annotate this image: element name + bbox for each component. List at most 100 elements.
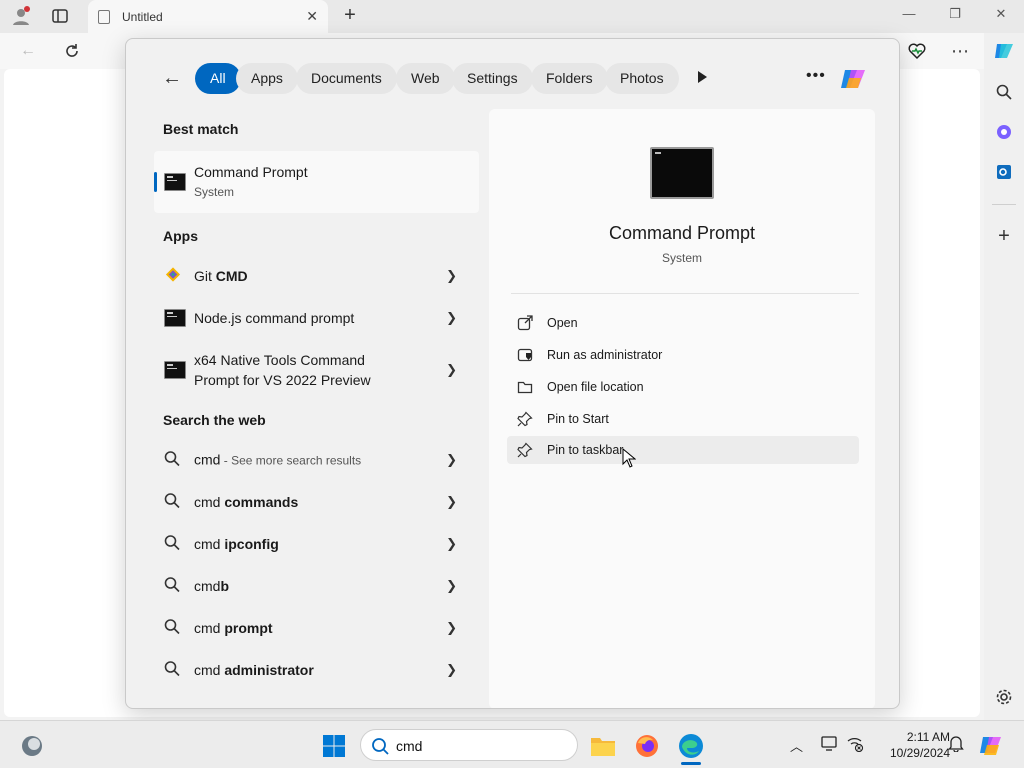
back-arrow-icon[interactable]: ← (162, 67, 182, 90)
detail-divider (511, 293, 859, 294)
action-pin-to-start[interactable]: Pin to Start (507, 405, 859, 433)
app-item-git-cmd[interactable]: Git CMD ❯ (154, 256, 479, 296)
filter-photos[interactable]: Photos (605, 63, 679, 94)
app-item-nodejs-prompt[interactable]: Node.js command prompt ❯ (154, 298, 479, 338)
filter-documents[interactable]: Documents (296, 63, 397, 94)
taskbar-search-input[interactable] (396, 735, 566, 757)
web-result-item[interactable]: cmdb ❯ (154, 566, 479, 606)
chevron-right-icon[interactable]: ❯ (446, 362, 457, 378)
tab-close-icon[interactable]: ✕ (306, 8, 318, 25)
filter-all[interactable]: All (195, 63, 241, 94)
chevron-right-icon[interactable]: ❯ (446, 268, 457, 284)
browser-essentials-icon[interactable] (905, 39, 929, 63)
command-prompt-icon (164, 361, 186, 379)
folder-icon (517, 381, 533, 394)
weather-widget-icon[interactable] (19, 733, 45, 759)
app-item-x64-native-tools[interactable]: x64 Native Tools Command Prompt for VS 20… (154, 344, 479, 396)
copilot-icon[interactable] (992, 39, 1016, 63)
add-sidebar-app-icon[interactable]: + (992, 224, 1016, 248)
windows-start-icon[interactable] (321, 733, 347, 759)
result-detail-pane: Command Prompt System Open Run as admini… (489, 109, 875, 708)
action-run-as-admin[interactable]: Run as administrator (507, 341, 859, 369)
web-result-item[interactable]: cmd - See more search results ❯ (154, 440, 479, 480)
action-label: Open file location (547, 380, 644, 394)
browser-titlebar: Untitled ✕ + — ❐ ✕ (0, 0, 1024, 33)
minimize-button[interactable]: — (894, 6, 924, 21)
copilot-taskbar-icon[interactable] (979, 733, 1005, 759)
apps-heading: Apps (163, 228, 198, 244)
close-window-button[interactable]: ✕ (986, 6, 1016, 22)
browser-tab[interactable]: Untitled ✕ (88, 0, 328, 33)
refresh-icon[interactable] (60, 39, 84, 63)
firefox-icon[interactable] (634, 733, 660, 759)
chevron-right-icon[interactable]: ❯ (446, 662, 457, 678)
open-external-icon (517, 315, 533, 331)
best-match-title: Command Prompt (194, 164, 308, 180)
chevron-right-icon[interactable]: ❯ (446, 452, 457, 468)
outlook-icon[interactable] (992, 160, 1016, 184)
best-match-item[interactable]: Command Prompt System (154, 151, 479, 213)
new-tab-button[interactable]: + (338, 4, 362, 28)
filter-web[interactable]: Web (396, 63, 455, 94)
more-filters-play-icon[interactable] (698, 71, 707, 83)
chevron-right-icon[interactable]: ❯ (446, 536, 457, 552)
taskbar-search-box[interactable] (360, 729, 578, 761)
active-app-indicator (681, 762, 701, 765)
network-disconnected-icon[interactable] (846, 736, 864, 755)
best-match-heading: Best match (163, 121, 239, 137)
filter-apps[interactable]: Apps (236, 63, 298, 94)
show-hidden-icons-chevron-icon[interactable]: ︿ (790, 736, 803, 755)
detail-subtitle: System (661, 251, 702, 265)
action-open-file-location[interactable]: Open file location (507, 373, 859, 401)
clock[interactable]: 2:11 AM 10/29/2024 (868, 729, 950, 761)
search-web-heading: Search the web (163, 412, 266, 428)
chevron-right-icon[interactable]: ❯ (446, 578, 457, 594)
office-icon[interactable] (992, 120, 1016, 144)
command-prompt-icon (164, 309, 186, 327)
copilot-icon[interactable] (839, 64, 869, 94)
sidebar-divider (992, 204, 1016, 205)
tab-actions-icon[interactable] (47, 4, 73, 28)
notification-bell-icon[interactable] (948, 734, 964, 755)
display-icon[interactable] (821, 736, 839, 755)
action-label: Pin to Start (547, 412, 609, 426)
action-label: Run as administrator (547, 348, 663, 362)
more-options-icon[interactable]: ⋯ (948, 39, 972, 63)
command-prompt-large-icon (650, 147, 714, 199)
selection-accent (154, 172, 157, 192)
search-icon (372, 738, 389, 755)
shield-icon (517, 348, 533, 362)
web-result-item[interactable]: cmd commands ❯ (154, 482, 479, 522)
command-prompt-icon (164, 173, 186, 191)
web-result-item[interactable]: cmd administrator ❯ (154, 650, 479, 690)
web-result-label: cmdb (194, 578, 230, 594)
app-label: Git CMD (194, 268, 248, 284)
web-result-label: cmd administrator (194, 662, 314, 678)
action-pin-to-taskbar[interactable]: Pin to taskbar (507, 436, 859, 464)
search-icon[interactable] (992, 80, 1016, 104)
edge-icon[interactable] (678, 733, 704, 765)
sidebar-settings-icon[interactable] (992, 685, 1016, 709)
more-options-icon[interactable]: ••• (806, 67, 826, 85)
filter-folders[interactable]: Folders (531, 63, 608, 94)
profile-icon[interactable] (8, 4, 34, 28)
back-icon[interactable]: ← (16, 39, 40, 63)
chevron-right-icon[interactable]: ❯ (446, 620, 457, 636)
web-result-item[interactable]: cmd prompt ❯ (154, 608, 479, 648)
mouse-cursor-icon (622, 448, 636, 468)
chevron-right-icon[interactable]: ❯ (446, 494, 457, 510)
chevron-right-icon[interactable]: ❯ (446, 310, 457, 326)
web-result-label: cmd ipconfig (194, 536, 279, 552)
git-icon (164, 266, 182, 287)
action-open[interactable]: Open (507, 309, 859, 337)
restore-button[interactable]: ❐ (940, 6, 970, 22)
web-result-label: cmd commands (194, 494, 299, 510)
app-label: x64 Native Tools Command Prompt for VS 20… (194, 352, 371, 388)
filter-settings[interactable]: Settings (452, 63, 533, 94)
web-result-item[interactable]: cmd ipconfig ❯ (154, 524, 479, 564)
file-explorer-icon[interactable] (590, 733, 616, 759)
taskbar: ︿ 2:11 AM 10/29/2024 (0, 720, 1024, 768)
tab-title: Untitled (122, 9, 163, 24)
search-filter-bar: ← All Apps Documents Web Settings Folder… (126, 39, 899, 119)
action-label: Pin to taskbar (547, 443, 624, 457)
